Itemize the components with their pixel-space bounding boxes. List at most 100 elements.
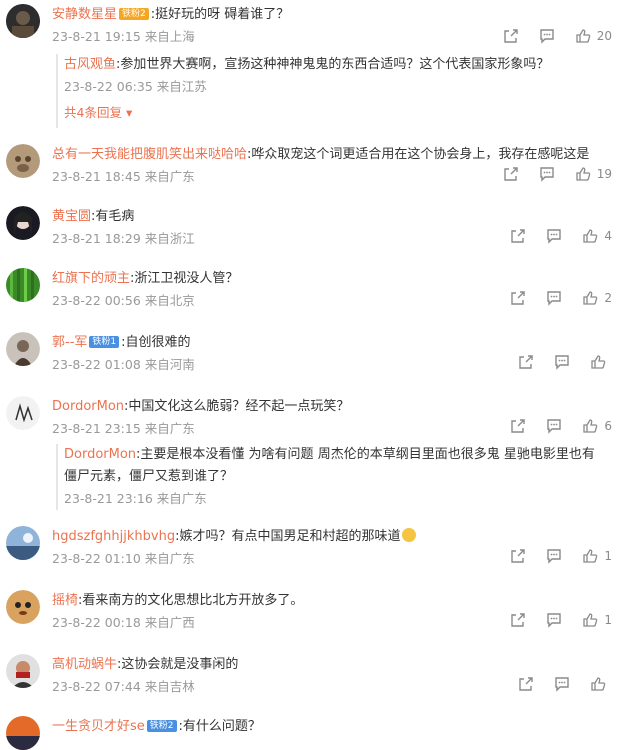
avatar[interactable] xyxy=(6,332,40,366)
share-button[interactable] xyxy=(510,228,526,244)
username[interactable]: hgdszfghhjjkhbvhg xyxy=(52,529,175,544)
share-icon xyxy=(511,291,526,305)
fan-badge: 铁粉2 xyxy=(119,8,149,20)
comment-button[interactable] xyxy=(539,166,555,182)
comment-icon xyxy=(547,291,562,306)
like-icon xyxy=(583,549,598,563)
share-button[interactable] xyxy=(510,612,526,628)
comment-text: :有什么问题？ xyxy=(178,719,261,734)
comment-location: 来自广东 xyxy=(144,421,195,436)
share-icon xyxy=(511,613,526,627)
avatar[interactable] xyxy=(6,4,40,38)
avatar[interactable] xyxy=(6,144,40,178)
like-icon xyxy=(591,677,606,691)
username[interactable]: 红旗下的顽主 xyxy=(52,271,130,286)
like-button[interactable]: 19 xyxy=(575,166,612,182)
fan-badge: 铁粉1 xyxy=(89,336,120,348)
reply-date: 23-8-22 06:35 xyxy=(64,79,153,94)
share-button[interactable] xyxy=(510,418,526,434)
action-bar: 1 xyxy=(510,612,612,628)
reply-username[interactable]: DordorMon xyxy=(64,447,136,462)
comment-date: 23-8-21 19:15 xyxy=(52,29,141,44)
comment-text: :看来南方的文化思想比北方开放多了。 xyxy=(78,593,304,608)
share-button[interactable] xyxy=(503,166,519,182)
comment-button[interactable] xyxy=(539,28,555,44)
like-count: 19 xyxy=(596,167,612,181)
comment-button[interactable] xyxy=(546,548,562,564)
username[interactable]: DordorMon xyxy=(52,399,124,414)
comment-date: 23-8-21 18:45 xyxy=(52,169,141,184)
username[interactable]: 总有一天我能把腹肌笑出来哒哈哈 xyxy=(52,147,247,162)
avatar[interactable] xyxy=(6,526,40,560)
comment-icon xyxy=(547,419,562,434)
comment-text: :嫉才吗？有点中国男足和村超的那味道 xyxy=(175,529,401,544)
share-button[interactable] xyxy=(510,548,526,564)
comment-icon xyxy=(540,167,554,182)
reply: DordorMon:主要是根本没看懂 为啥有问题 周杰伦的本草纲目里面也很多鬼 … xyxy=(56,444,604,510)
comment-date: 23-8-22 01:08 xyxy=(52,357,141,372)
comment-button[interactable] xyxy=(554,354,570,370)
like-button[interactable]: 2 xyxy=(582,290,612,306)
action-bar: 20 xyxy=(503,28,612,44)
like-button[interactable]: 4 xyxy=(582,228,612,244)
comment-button[interactable] xyxy=(546,418,562,434)
avatar[interactable] xyxy=(6,716,40,750)
reply-text: :参加世界大赛啊，宣扬这种神神鬼鬼的东西合适吗？这个代表国家形象吗？ xyxy=(116,57,550,72)
reply-username[interactable]: 古风观鱼 xyxy=(64,57,116,72)
comment-location: 来自河南 xyxy=(144,357,195,372)
share-button[interactable] xyxy=(518,354,534,370)
reply: 古风观鱼:参加世界大赛啊，宣扬这种神神鬼鬼的东西合适吗？这个代表国家形象吗？ 2… xyxy=(56,54,549,128)
like-icon xyxy=(591,355,606,369)
comment-date: 23-8-22 00:18 xyxy=(52,615,141,630)
chevron-down-icon: ▾ xyxy=(125,105,133,120)
avatar[interactable] xyxy=(6,206,40,240)
comment-icon xyxy=(555,677,569,692)
like-button[interactable] xyxy=(590,676,612,692)
comment-icon xyxy=(547,229,562,244)
comment-text: :这协会就是没事闲的 xyxy=(117,657,239,672)
share-icon xyxy=(504,29,518,43)
comment-location: 来自上海 xyxy=(144,29,195,44)
more-replies-link[interactable]: 共4条回复 ▾ xyxy=(64,98,549,128)
comment-location: 来自北京 xyxy=(144,293,195,308)
comment-location: 来自广东 xyxy=(144,551,195,566)
like-button[interactable]: 1 xyxy=(582,612,612,628)
like-button[interactable]: 6 xyxy=(582,418,612,434)
action-bar: 1 xyxy=(510,548,612,564)
comment-icon xyxy=(555,355,569,370)
comment-location: 来自广西 xyxy=(144,615,195,630)
avatar[interactable] xyxy=(6,268,40,302)
like-count: 20 xyxy=(596,29,612,43)
avatar[interactable] xyxy=(6,396,40,430)
like-button[interactable]: 1 xyxy=(582,548,612,564)
emoji-icon xyxy=(402,528,417,542)
comment-button[interactable] xyxy=(546,290,562,306)
comment-button[interactable] xyxy=(546,612,562,628)
avatar[interactable] xyxy=(6,654,40,688)
like-button[interactable]: 20 xyxy=(575,28,612,44)
action-bar xyxy=(518,354,612,370)
share-button[interactable] xyxy=(518,676,534,692)
username[interactable]: 黄宝圆 xyxy=(52,209,91,224)
avatar[interactable] xyxy=(6,590,40,624)
action-bar: 4 xyxy=(510,228,612,244)
like-button[interactable] xyxy=(590,354,612,370)
username[interactable]: 郭--军 xyxy=(52,335,87,350)
share-icon xyxy=(504,167,518,181)
like-icon xyxy=(583,291,598,305)
username[interactable]: 高机动蜗牛 xyxy=(52,657,117,672)
like-count: 1 xyxy=(604,613,612,627)
comment-location: 来自吉林 xyxy=(144,679,195,694)
comment-button[interactable] xyxy=(546,228,562,244)
reply-text: :主要是根本没看懂 为啥有问题 周杰伦的本草纲目里面也很多鬼 星驰电影里也有僵尸… xyxy=(64,447,595,484)
share-button[interactable] xyxy=(503,28,519,44)
username[interactable]: 一生贪贝才好se xyxy=(52,719,145,734)
username[interactable]: 安静数星星 xyxy=(52,7,117,22)
like-icon xyxy=(583,229,598,243)
comment-button[interactable] xyxy=(554,676,570,692)
fan-badge: 铁粉2 xyxy=(146,720,177,732)
username[interactable]: 摇椅 xyxy=(52,593,78,608)
comment-location: 来自广东 xyxy=(144,169,195,184)
share-button[interactable] xyxy=(510,290,526,306)
reply-date: 23-8-21 23:16 xyxy=(64,491,153,506)
